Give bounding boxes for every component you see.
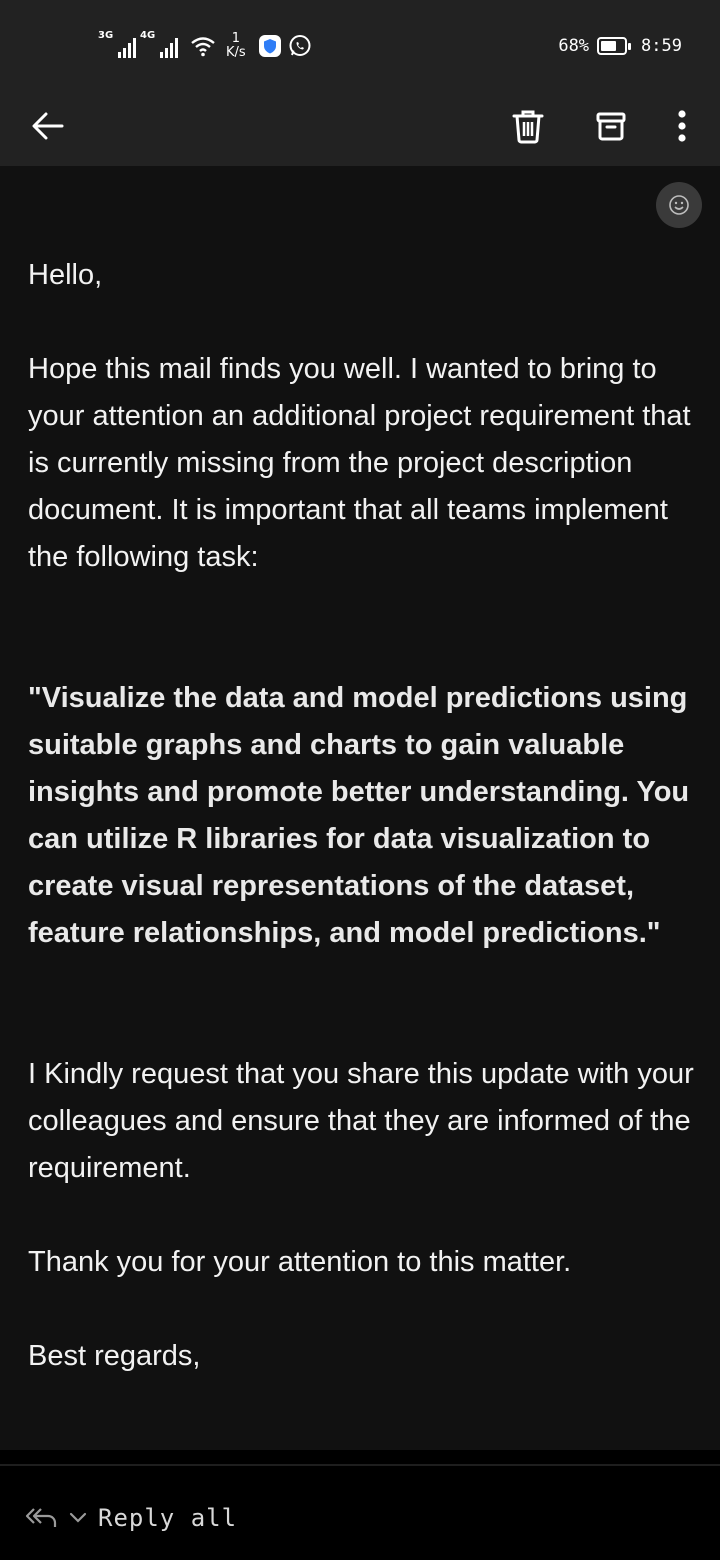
reply-all-icon <box>25 1508 57 1527</box>
more-vert-icon <box>678 110 686 142</box>
email-closing: Best regards, <box>28 1340 201 1372</box>
email-content[interactable]: Hello, Hope this mail finds you well. I … <box>0 166 720 1450</box>
email-paragraph-intro: Hope this mail finds you well. I wanted … <box>28 353 691 573</box>
network-type-1: 3G <box>98 30 114 41</box>
network-speed: 1 K/s <box>226 32 246 60</box>
more-options-button[interactable] <box>652 96 712 156</box>
speed-unit: K/s <box>226 45 246 60</box>
top-band: 3G 4G 1 K/s 68% 8:59 <box>0 0 720 166</box>
status-right-group: 68% 8:59 <box>558 32 682 60</box>
emoji-reaction-button[interactable] <box>656 182 702 228</box>
archive-button[interactable] <box>581 96 641 156</box>
reply-all-label: Reply all <box>98 1504 238 1532</box>
email-greeting: Hello, <box>28 259 103 291</box>
reply-all-button[interactable]: Reply all <box>24 1496 237 1540</box>
wifi-icon <box>190 35 216 57</box>
signal-3g-icon: 3G <box>98 30 136 58</box>
archive-icon <box>596 112 626 141</box>
smiley-icon <box>669 195 689 215</box>
bottom-divider <box>0 1464 720 1466</box>
status-bar: 3G 4G 1 K/s 68% 8:59 <box>0 0 720 90</box>
back-button[interactable] <box>18 96 78 156</box>
battery-level <box>601 41 617 51</box>
chevron-down-icon[interactable] <box>68 1511 88 1525</box>
back-arrow-icon <box>32 112 64 140</box>
battery-icon <box>597 37 632 55</box>
email-requirement-quote: "Visualize the data and model prediction… <box>28 682 690 949</box>
speed-value: 1 <box>231 31 240 46</box>
email-screen: 3G 4G 1 K/s 68% 8:59 Hello, Hope this ma… <box>0 0 720 1560</box>
email-body: Hello, Hope this mail finds you well. I … <box>28 252 696 1380</box>
signal-4g-icon: 4G <box>140 30 178 58</box>
trash-icon <box>512 110 544 144</box>
email-paragraph-request: I Kindly request that you share this upd… <box>28 1058 694 1184</box>
clock-time: 8:59 <box>641 36 682 56</box>
battery-percent: 68% <box>558 36 590 56</box>
bottom-reply-bar: Reply all <box>0 1450 720 1560</box>
network-type-2: 4G <box>140 30 156 41</box>
whatsapp-icon <box>288 34 312 58</box>
shield-icon <box>258 34 282 58</box>
email-toolbar <box>0 90 720 166</box>
status-left-group: 3G 4G 1 K/s <box>98 28 312 64</box>
email-paragraph-thanks: Thank you for your attention to this mat… <box>28 1246 572 1278</box>
delete-button[interactable] <box>498 96 558 156</box>
